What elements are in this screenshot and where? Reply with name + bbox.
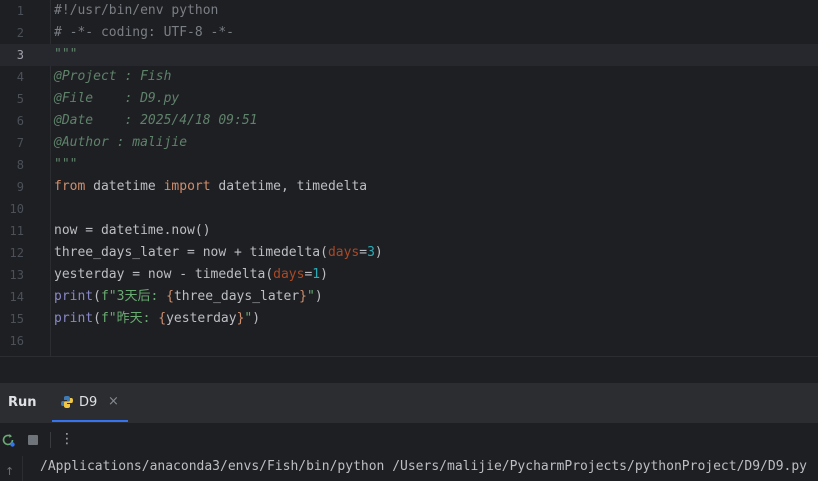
code-token: f"3天后: [100,289,167,304]
line-number: 8 [16,158,24,172]
code-text: three_days_later = now + timedelta(days=… [54,242,383,264]
code-line[interactable]: 8 """ [0,154,818,176]
code-text: """ [54,44,77,66]
code-token: ( [93,289,101,304]
line-number: 14 [9,290,24,304]
run-panel-title: Run [8,395,37,410]
line-number: 10 [9,202,24,216]
code-line[interactable]: 1 #!/usr/bin/env python [0,0,818,22]
code-text: yesterday = now - timedelta(days=1) [54,264,328,286]
code-text: now = datetime.now() [54,220,211,242]
code-token: now = datetime.now() [54,223,211,238]
line-number: 15 [9,312,24,326]
code-line[interactable]: 7 @Author : malijie [0,132,818,154]
run-console[interactable]: ↑ /Applications/anaconda3/envs/Fish/bin/… [0,456,818,481]
line-number: 11 [9,224,24,238]
code-token: # -*- coding: UTF-8 -*- [54,25,235,40]
code-text: # -*- coding: UTF-8 -*- [54,22,234,44]
code-text: @File : D9.py [54,88,179,110]
line-number: 7 [16,136,24,150]
python-icon [61,396,73,408]
code-token: three_days_later = now + timedelta( [54,245,328,260]
stop-icon[interactable] [28,435,38,445]
code-line[interactable]: 15 print(f"昨天: {yesterday}") [0,308,818,330]
code-token: print [54,289,94,304]
scroll-up-icon[interactable]: ↑ [5,465,14,478]
code-token: datetime [85,179,164,194]
code-token: ) [374,245,383,260]
code-token: import [163,179,211,194]
code-text: @Project : Fish [54,66,171,88]
line-number: 3 [16,48,24,62]
line-number: 16 [9,334,24,348]
code-token: @Author : malijie [54,135,188,150]
code-token: { [166,289,174,304]
code-token: = [359,245,368,260]
code-token: from [54,179,86,194]
line-number: 12 [9,246,24,260]
code-token: @File : D9.py [54,91,180,106]
run-toolbar: ⋮ [0,422,818,457]
code-line[interactable]: 3 """ [0,44,818,66]
line-number: 9 [16,180,24,194]
code-text: from datetime import datetime, timedelta [54,176,367,198]
code-text: """ [54,154,77,176]
code-text: @Author : malijie [54,132,187,154]
code-line[interactable]: 14 print(f"3天后: {three_days_later}") [0,286,818,308]
line-number: 4 [16,70,24,84]
code-token: days [273,267,305,282]
code-token: ) [320,267,328,282]
code-line[interactable]: 9 from datetime import datetime, timedelt… [0,176,818,198]
code-token: """ [54,47,78,62]
code-token: print [54,311,94,326]
console-output-line: /Applications/anaconda3/envs/Fish/bin/py… [40,459,808,474]
line-number: 13 [9,268,24,282]
code-token: three_days_later [173,289,300,304]
close-icon[interactable]: × [108,394,119,409]
code-token: yesterday = now - timedelta( [54,267,274,282]
code-token: @Project : Fish [54,69,172,84]
code-token: """ [54,157,78,172]
run-tab-label: D9 [79,395,98,410]
code-line[interactable]: 5 @File : D9.py [0,88,818,110]
line-number: 1 [16,4,24,18]
line-number: 2 [16,26,24,40]
code-line[interactable]: 10 [0,198,818,220]
code-line[interactable]: 13 yesterday = now - timedelta(days=1) [0,264,818,286]
code-token: days [327,245,360,260]
toolbar-divider [50,432,51,448]
rerun-icon[interactable] [0,432,16,448]
console-gutter: ↑ [0,456,23,481]
code-token: yesterday [166,311,237,326]
code-line[interactable]: 6 @Date : 2025/4/18 09:51 [0,110,818,132]
code-token: 3 [367,245,375,260]
code-line[interactable]: 4 @Project : Fish [0,66,818,88]
run-tool-window-header: Run D9 × [0,382,818,423]
code-line[interactable]: 11 now = datetime.now() [0,220,818,242]
code-text: @Date : 2025/4/18 09:51 [54,110,258,132]
code-token: datetime, timedelta [210,179,368,194]
line-number: 5 [16,92,24,106]
code-token: f"昨天: [100,311,159,326]
code-text: #!/usr/bin/env python [54,0,218,22]
code-token: " [307,289,315,304]
code-token: { [158,311,167,326]
code-token: ) [252,311,261,326]
code-text: print(f"昨天: {yesterday}") [54,308,260,330]
more-options-icon[interactable]: ⋮ [60,431,74,447]
editor-panel-separator [0,356,818,383]
code-line[interactable]: 2 # -*- coding: UTF-8 -*- [0,22,818,44]
code-token: } [299,289,307,304]
code-editor[interactable]: 1 #!/usr/bin/env python 2 # -*- coding: UTF… [0,0,818,356]
code-token: ) [314,289,323,304]
code-token: ( [93,311,101,326]
run-tab-d9[interactable]: D9 × [52,383,128,423]
code-text: print(f"3天后: {three_days_later}") [54,286,323,308]
code-token: 1 [312,267,321,282]
code-line[interactable]: 12 three_days_later = now + timedelta(day… [0,242,818,264]
line-number: 6 [16,114,24,128]
code-token: @Date : 2025/4/18 09:51 [54,113,258,128]
code-line[interactable]: 16 [0,330,818,352]
code-token: #!/usr/bin/env python [54,3,219,18]
